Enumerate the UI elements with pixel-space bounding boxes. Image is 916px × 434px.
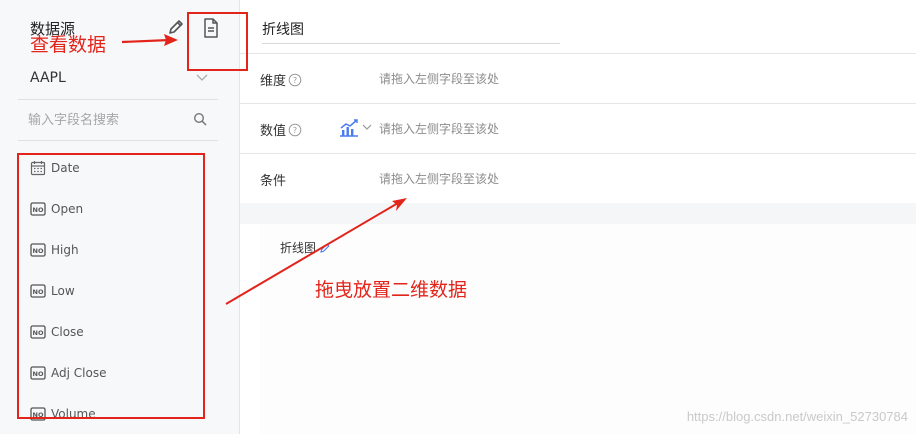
value-row: 数值 ? 请拖入左侧字段至该处 [240,103,916,153]
chart-name-input[interactable]: 折线图 [262,18,560,44]
dimension-label-text: 维度 [260,74,287,89]
value-label-text: 数值 [260,124,287,139]
filter-label: 条件 [260,170,286,189]
preview-divider [240,203,916,224]
chevron-down-icon [196,74,208,81]
view-data-annotation: 查看数据 [30,34,107,56]
line-chart-icon [340,119,372,137]
chart-type-select[interactable] [338,118,378,138]
svg-text:?: ? [293,76,297,85]
svg-text:?: ? [293,126,297,135]
field-search [18,100,218,141]
chart-preview: 折线图 [260,224,916,434]
data-source-value: AAPL [30,70,66,86]
help-icon[interactable]: ? [288,73,302,87]
preview-title-text: 折线图 [280,241,317,255]
preview-title: 折线图 [280,239,331,256]
dimension-label: 维度 ? [260,70,302,89]
help-icon[interactable]: ? [288,123,302,137]
chart-editor: 折线图 维度 ? 请拖入左侧字段至该处 数值 ? 请拖入左侧字段至该处 条件 请… [240,0,916,434]
edit-title-icon[interactable] [319,242,331,254]
field-search-input[interactable] [28,109,188,131]
pencil-icon[interactable] [166,17,186,37]
filter-row: 条件 请拖入左侧字段至该处 [240,153,916,203]
search-icon[interactable] [193,112,207,126]
field-list-highlight [17,153,205,419]
filter-label-text: 条件 [260,174,287,189]
view-data-highlight [187,12,248,71]
value-label: 数值 ? [260,120,302,139]
dimension-drop-zone[interactable]: 请拖入左侧字段至该处 [379,70,499,87]
chart-name-text: 折线图 [262,22,304,38]
watermark: https://blog.csdn.net/weixin_52730784 [686,409,908,424]
value-drop-zone[interactable]: 请拖入左侧字段至该处 [379,120,499,137]
drag-hint-annotation: 拖曳放置二维数据 [315,279,468,301]
filter-drop-zone[interactable]: 请拖入左侧字段至该处 [379,170,499,187]
dimension-row: 维度 ? 请拖入左侧字段至该处 [240,53,916,103]
